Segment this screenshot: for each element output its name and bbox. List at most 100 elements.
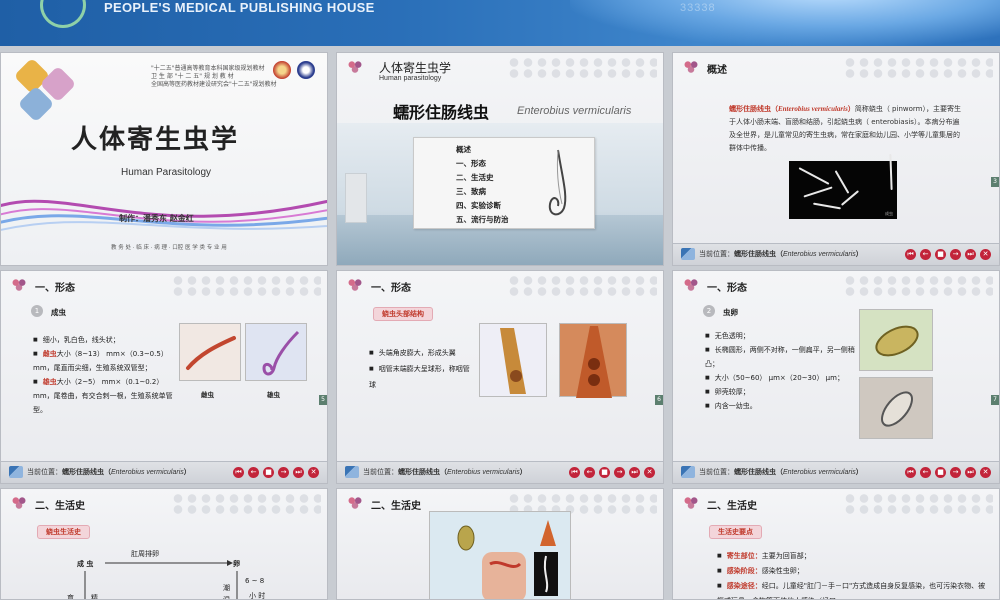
book-icon	[9, 466, 23, 478]
close-button[interactable]: ✕	[980, 249, 991, 260]
slide-title: 一、形态	[35, 283, 75, 294]
pinworm-illustration	[548, 149, 567, 216]
list-item: 雌虫大小（8~13） mm×（0.3~0.5） mm，尾直而尖细，生殖系统双管型…	[33, 347, 173, 375]
list-item: 无色透明；	[705, 329, 855, 343]
home-button[interactable]: ■	[263, 467, 274, 478]
section-tag: 蛲虫头部结构	[373, 307, 433, 321]
egg-micrograph-1	[859, 309, 933, 371]
cover-author: 制作：潘秀东 赵金红	[119, 214, 194, 223]
toc-item[interactable]: 四、实验诊断	[456, 200, 509, 214]
page-number: 7	[991, 395, 999, 405]
head-micrograph-2	[559, 323, 627, 398]
page-number: 6	[655, 395, 663, 405]
cover-wave-decoration	[1, 199, 327, 231]
prev-slide-button[interactable]: ←	[248, 467, 259, 478]
slide-title: 一、形态	[707, 283, 747, 294]
slide-thumbnail-5[interactable]: 一、形态 1 成虫 细小，乳白色，线头状； 雌虫大小（8~13） mm×（0.3…	[0, 270, 328, 484]
first-slide-button[interactable]: ⏮	[905, 467, 916, 478]
list-item: 细小，乳白色，线头状；	[33, 333, 173, 347]
slide-thumbnail-7[interactable]: 一、形态 2 虫卵 无色透明； 长椭圆形，两侧不对称，一侧扁平，另一侧稍凸； 大…	[672, 270, 1000, 484]
toc-item[interactable]: 概述	[456, 144, 509, 158]
next-slide-button[interactable]: →	[950, 249, 961, 260]
slide-title: 二、生活史	[371, 501, 421, 512]
parasite-logo-icon	[683, 495, 699, 509]
parasite-logo-icon	[683, 59, 699, 73]
banner-watermark-number: 33338	[680, 2, 716, 14]
slide-footer: 当前位置：蠕形住肠线虫（Enterobius vermicularis） ⏮ ←…	[673, 243, 999, 265]
section-subtitle: 虫卵	[723, 308, 738, 317]
list-item: 大小（50~60） μm×（20~30） μm；	[705, 371, 855, 385]
female-worm-image	[179, 323, 241, 381]
publisher-name: PEOPLE'S MEDICAL PUBLISHING HOUSE	[104, 0, 375, 15]
life-cycle-illustration	[429, 511, 571, 599]
slide-thumbnail-8[interactable]: 二、生活史 蛲虫生活史 成 虫 卵 肛周排卵 6 ~ 8 小 时 育 精 潮 湿	[0, 488, 328, 600]
adult-features-list: 细小，乳白色，线头状； 雌虫大小（8~13） mm×（0.3~0.5） mm，尾…	[33, 333, 173, 417]
toc-item[interactable]: 一、形态	[456, 158, 509, 172]
parasite-logo-icon	[347, 59, 363, 73]
last-slide-button[interactable]: ⏭	[965, 249, 976, 260]
next-slide-button[interactable]: →	[278, 467, 289, 478]
section-subtitle: 成虫	[51, 308, 66, 317]
toc-item[interactable]: 三、致病	[456, 186, 509, 200]
home-button[interactable]: ■	[935, 467, 946, 478]
slide-thumbnail-3[interactable]: 概述 蠕形住肠线虫（Enterobius vermicularis）简称蛲虫（ …	[672, 52, 1000, 266]
image-caption: 雌虫	[201, 391, 214, 399]
prev-slide-button[interactable]: ←	[920, 249, 931, 260]
egg-features-list: 无色透明； 长椭圆形，两侧不对称，一侧扁平，另一侧稍凸； 大小（50~60） μ…	[705, 329, 855, 413]
last-slide-button[interactable]: ⏭	[965, 467, 976, 478]
table-of-contents: 概述 一、形态 二、生活史 三、致病 四、实验诊断 五、流行与防治	[413, 137, 595, 229]
list-item: 感染途径：经口。儿童经"肛门－手－口"方式造成自身反复感染，也可污染衣物、被褥或…	[717, 579, 987, 599]
slide-thumbnail-1[interactable]: "十二五"普通高等教育本科国家级规划教材 卫 生 部 "十 二 五" 规 划 教…	[0, 52, 328, 266]
adult-worm-micrograph: 成虫	[789, 153, 897, 219]
life-cycle-arrows	[84, 560, 238, 599]
cover-title: 人体寄生虫学	[71, 125, 240, 155]
next-slide-button[interactable]: →	[614, 467, 625, 478]
section-tag: 生活史要点	[709, 525, 762, 539]
next-slide-button[interactable]: →	[950, 467, 961, 478]
slide-thumbnail-2[interactable]: 人体寄生虫学 Human parasitology 蠕形住肠线虫 Enterob…	[336, 52, 664, 266]
parasite-logo-icon	[347, 495, 363, 509]
publisher-logo-icon	[40, 0, 86, 28]
slide-thumbnail-10[interactable]: 二、生活史 生活史要点 寄生部位：主要为回盲部； 感染阶段：感染性虫卵； 感染途…	[672, 488, 1000, 600]
home-button[interactable]: ■	[935, 249, 946, 260]
slide-title: 概述	[707, 65, 727, 76]
first-slide-button[interactable]: ⏮	[233, 467, 244, 478]
head-features-list: 头端角皮膨大，形成头翼 咽管末端膨大呈球形，称咽管球	[369, 345, 475, 393]
life-cycle-points-list: 寄生部位：主要为回盲部； 感染阶段：感染性虫卵； 感染途径：经口。儿童经"肛门－…	[717, 549, 987, 599]
prev-slide-button[interactable]: ←	[584, 467, 595, 478]
list-item: 卵壳较厚；	[705, 385, 855, 399]
emblem-icon	[273, 61, 291, 79]
last-slide-button[interactable]: ⏭	[293, 467, 304, 478]
male-worm-image	[245, 323, 307, 381]
first-slide-button[interactable]: ⏮	[905, 249, 916, 260]
slide-thumbnail-6[interactable]: 一、形态 蛲虫头部结构 头端角皮膨大，形成头翼 咽管末端膨大呈球形，称咽管球 6…	[336, 270, 664, 484]
cover-footnote: 教 务 处 · 临 床 · 病 理 · 口腔 医 学 类 专 业 用	[111, 245, 227, 251]
list-item: 咽管末端膨大呈球形，称咽管球	[369, 361, 475, 393]
slide-title: 二、生活史	[707, 501, 757, 512]
course-name: 人体寄生虫学	[379, 61, 452, 75]
slide-thumbnail-9[interactable]: 二、生活史	[336, 488, 664, 600]
book-icon	[681, 248, 695, 260]
prev-slide-button[interactable]: ←	[920, 467, 931, 478]
first-slide-button[interactable]: ⏮	[569, 467, 580, 478]
close-button[interactable]: ✕	[644, 467, 655, 478]
current-location: 当前位置：蠕形住肠线虫（Enterobius vermicularis）	[699, 468, 863, 476]
head-micrograph-1	[479, 323, 547, 397]
banner-swoosh	[570, 0, 1000, 46]
moon-emblem-icon	[297, 61, 315, 79]
slide-nav-buttons: ⏮ ← ■ → ⏭ ✕	[569, 467, 655, 478]
slide-title: 一、形态	[371, 283, 411, 294]
home-button[interactable]: ■	[599, 467, 610, 478]
lighthouse-icon	[345, 173, 367, 223]
current-location: 当前位置：蠕形住肠线虫（Enterobius vermicularis）	[27, 468, 191, 476]
close-button[interactable]: ✕	[980, 467, 991, 478]
slide-nav-buttons: ⏮ ← ■ → ⏭ ✕	[905, 249, 991, 260]
list-item: 长椭圆形，两侧不对称，一侧扁平，另一侧稍凸；	[705, 343, 855, 371]
section-number-badge: 2	[703, 305, 715, 317]
course-name-en: Human parasitology	[379, 75, 442, 82]
toc-item[interactable]: 二、生活史	[456, 172, 509, 186]
toc-item[interactable]: 五、流行与防治	[456, 214, 509, 228]
close-button[interactable]: ✕	[308, 467, 319, 478]
last-slide-button[interactable]: ⏭	[629, 467, 640, 478]
list-item: 寄生部位：主要为回盲部；	[717, 549, 987, 564]
